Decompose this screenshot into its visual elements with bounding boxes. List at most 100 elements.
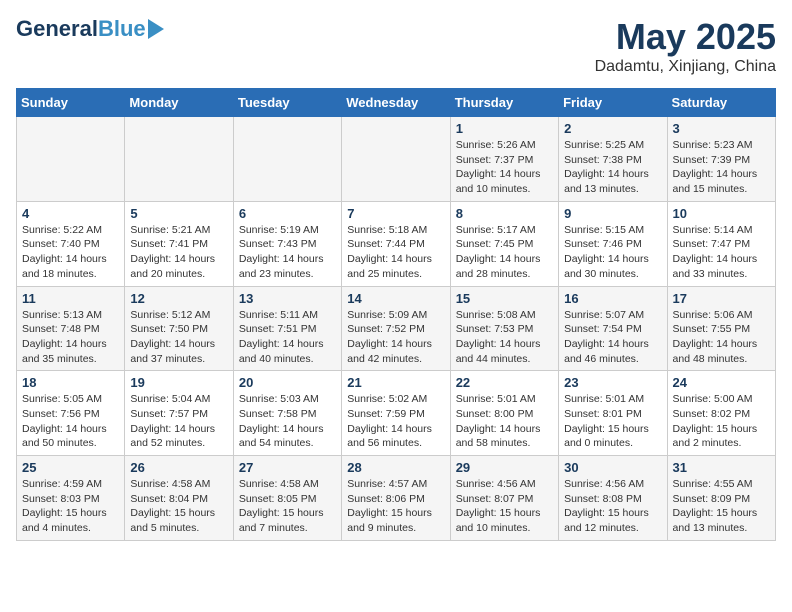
- day-number: 3: [673, 121, 770, 136]
- day-number: 23: [564, 375, 661, 390]
- logo-blue-text: Blue: [98, 16, 146, 42]
- day-info: Sunrise: 5:03 AM Sunset: 7:58 PM Dayligh…: [239, 392, 336, 451]
- day-info: Sunrise: 5:14 AM Sunset: 7:47 PM Dayligh…: [673, 223, 770, 282]
- weekday-header-friday: Friday: [559, 89, 667, 117]
- day-number: 13: [239, 291, 336, 306]
- day-info: Sunrise: 5:17 AM Sunset: 7:45 PM Dayligh…: [456, 223, 553, 282]
- calendar-cell: 11 Sunrise: 5:13 AM Sunset: 7:48 PM Dayli…: [17, 286, 125, 371]
- calendar-cell: 6 Sunrise: 5:19 AM Sunset: 7:43 PM Daylig…: [233, 201, 341, 286]
- calendar-cell: 22Sunrise: 5:01 AM Sunset: 8:00 PM Dayli…: [450, 371, 558, 456]
- page-header: General Blue May 2025 Dadamtu, Xinjiang,…: [16, 16, 776, 76]
- calendar-cell: 2Sunrise: 5:25 AM Sunset: 7:38 PM Daylig…: [559, 117, 667, 202]
- day-info: Sunrise: 5:02 AM Sunset: 7:59 PM Dayligh…: [347, 392, 444, 451]
- day-number: 27: [239, 460, 336, 475]
- calendar-cell: 16Sunrise: 5:07 AM Sunset: 7:54 PM Dayli…: [559, 286, 667, 371]
- weekday-header-monday: Monday: [125, 89, 233, 117]
- day-number: 25: [22, 460, 119, 475]
- calendar-cell: 1 Sunrise: 5:26 AM Sunset: 7:37 PM Daylig…: [450, 117, 558, 202]
- calendar-cell: 31 Sunrise: 4:55 AM Sunset: 8:09 PM Dayli…: [667, 456, 775, 541]
- calendar-cell: 7 Sunrise: 5:18 AM Sunset: 7:44 PM Daylig…: [342, 201, 450, 286]
- day-info: Sunrise: 5:12 AM Sunset: 7:50 PM Dayligh…: [130, 308, 227, 367]
- day-info: Sunrise: 4:55 AM Sunset: 8:09 PM Dayligh…: [673, 477, 770, 536]
- day-info: Sunrise: 5:05 AM Sunset: 7:56 PM Dayligh…: [22, 392, 119, 451]
- day-number: 19: [130, 375, 227, 390]
- day-number: 11: [22, 291, 119, 306]
- day-info: Sunrise: 5:06 AM Sunset: 7:55 PM Dayligh…: [673, 308, 770, 367]
- day-info: Sunrise: 4:56 AM Sunset: 8:08 PM Dayligh…: [564, 477, 661, 536]
- weekday-header-thursday: Thursday: [450, 89, 558, 117]
- calendar-cell: 19 Sunrise: 5:04 AM Sunset: 7:57 PM Dayli…: [125, 371, 233, 456]
- calendar-cell: 25 Sunrise: 4:59 AM Sunset: 8:03 PM Dayli…: [17, 456, 125, 541]
- day-info: Sunrise: 5:09 AM Sunset: 7:52 PM Dayligh…: [347, 308, 444, 367]
- calendar-cell: 17 Sunrise: 5:06 AM Sunset: 7:55 PM Dayli…: [667, 286, 775, 371]
- week-row-3: 11 Sunrise: 5:13 AM Sunset: 7:48 PM Dayli…: [17, 286, 776, 371]
- main-title: May 2025: [595, 16, 776, 58]
- day-number: 1: [456, 121, 553, 136]
- day-number: 6: [239, 206, 336, 221]
- day-info: Sunrise: 5:26 AM Sunset: 7:37 PM Dayligh…: [456, 138, 553, 197]
- logo-arrow-icon: [148, 19, 164, 39]
- calendar-cell: 15Sunrise: 5:08 AM Sunset: 7:53 PM Dayli…: [450, 286, 558, 371]
- weekday-header-wednesday: Wednesday: [342, 89, 450, 117]
- day-number: 2: [564, 121, 661, 136]
- title-block: May 2025 Dadamtu, Xinjiang, China: [595, 16, 776, 76]
- day-number: 10: [673, 206, 770, 221]
- calendar-cell: [17, 117, 125, 202]
- calendar-cell: 27 Sunrise: 4:58 AM Sunset: 8:05 PM Dayli…: [233, 456, 341, 541]
- day-number: 31: [673, 460, 770, 475]
- day-info: Sunrise: 4:59 AM Sunset: 8:03 PM Dayligh…: [22, 477, 119, 536]
- day-info: Sunrise: 5:00 AM Sunset: 8:02 PM Dayligh…: [673, 392, 770, 451]
- calendar-cell: [342, 117, 450, 202]
- calendar-cell: 4 Sunrise: 5:22 AM Sunset: 7:40 PM Daylig…: [17, 201, 125, 286]
- day-info: Sunrise: 4:56 AM Sunset: 8:07 PM Dayligh…: [456, 477, 553, 536]
- logo-general-text: General: [16, 16, 98, 42]
- calendar-cell: 8 Sunrise: 5:17 AM Sunset: 7:45 PM Daylig…: [450, 201, 558, 286]
- day-info: Sunrise: 4:58 AM Sunset: 8:05 PM Dayligh…: [239, 477, 336, 536]
- day-number: 22: [456, 375, 553, 390]
- day-info: Sunrise: 5:07 AM Sunset: 7:54 PM Dayligh…: [564, 308, 661, 367]
- day-number: 4: [22, 206, 119, 221]
- logo: General Blue: [16, 16, 164, 42]
- day-number: 18: [22, 375, 119, 390]
- calendar-cell: 21 Sunrise: 5:02 AM Sunset: 7:59 PM Dayli…: [342, 371, 450, 456]
- calendar-cell: 9 Sunrise: 5:15 AM Sunset: 7:46 PM Daylig…: [559, 201, 667, 286]
- week-row-4: 18 Sunrise: 5:05 AM Sunset: 7:56 PM Dayli…: [17, 371, 776, 456]
- calendar-cell: [233, 117, 341, 202]
- day-number: 7: [347, 206, 444, 221]
- day-info: Sunrise: 5:15 AM Sunset: 7:46 PM Dayligh…: [564, 223, 661, 282]
- calendar-cell: 30Sunrise: 4:56 AM Sunset: 8:08 PM Dayli…: [559, 456, 667, 541]
- day-info: Sunrise: 5:11 AM Sunset: 7:51 PM Dayligh…: [239, 308, 336, 367]
- calendar-cell: 3 Sunrise: 5:23 AM Sunset: 7:39 PM Daylig…: [667, 117, 775, 202]
- day-info: Sunrise: 5:13 AM Sunset: 7:48 PM Dayligh…: [22, 308, 119, 367]
- calendar-cell: 13 Sunrise: 5:11 AM Sunset: 7:51 PM Dayli…: [233, 286, 341, 371]
- day-number: 24: [673, 375, 770, 390]
- day-number: 15: [456, 291, 553, 306]
- day-info: Sunrise: 5:01 AM Sunset: 8:01 PM Dayligh…: [564, 392, 661, 451]
- day-number: 17: [673, 291, 770, 306]
- calendar-cell: 29Sunrise: 4:56 AM Sunset: 8:07 PM Dayli…: [450, 456, 558, 541]
- week-row-2: 4 Sunrise: 5:22 AM Sunset: 7:40 PM Daylig…: [17, 201, 776, 286]
- day-number: 20: [239, 375, 336, 390]
- day-number: 8: [456, 206, 553, 221]
- day-number: 21: [347, 375, 444, 390]
- week-row-1: 1 Sunrise: 5:26 AM Sunset: 7:37 PM Daylig…: [17, 117, 776, 202]
- weekday-header-saturday: Saturday: [667, 89, 775, 117]
- day-info: Sunrise: 4:58 AM Sunset: 8:04 PM Dayligh…: [130, 477, 227, 536]
- weekday-header-sunday: Sunday: [17, 89, 125, 117]
- calendar-cell: 10 Sunrise: 5:14 AM Sunset: 7:47 PM Dayli…: [667, 201, 775, 286]
- calendar-cell: 14 Sunrise: 5:09 AM Sunset: 7:52 PM Dayli…: [342, 286, 450, 371]
- day-number: 26: [130, 460, 227, 475]
- day-number: 12: [130, 291, 227, 306]
- day-info: Sunrise: 5:04 AM Sunset: 7:57 PM Dayligh…: [130, 392, 227, 451]
- day-info: Sunrise: 5:22 AM Sunset: 7:40 PM Dayligh…: [22, 223, 119, 282]
- calendar-cell: 18 Sunrise: 5:05 AM Sunset: 7:56 PM Dayli…: [17, 371, 125, 456]
- day-number: 9: [564, 206, 661, 221]
- day-info: Sunrise: 4:57 AM Sunset: 8:06 PM Dayligh…: [347, 477, 444, 536]
- day-info: Sunrise: 5:19 AM Sunset: 7:43 PM Dayligh…: [239, 223, 336, 282]
- day-info: Sunrise: 5:23 AM Sunset: 7:39 PM Dayligh…: [673, 138, 770, 197]
- calendar-cell: [125, 117, 233, 202]
- calendar-cell: 5Sunrise: 5:21 AM Sunset: 7:41 PM Daylig…: [125, 201, 233, 286]
- day-info: Sunrise: 5:18 AM Sunset: 7:44 PM Dayligh…: [347, 223, 444, 282]
- day-number: 14: [347, 291, 444, 306]
- calendar-table: SundayMondayTuesdayWednesdayThursdayFrid…: [16, 88, 776, 541]
